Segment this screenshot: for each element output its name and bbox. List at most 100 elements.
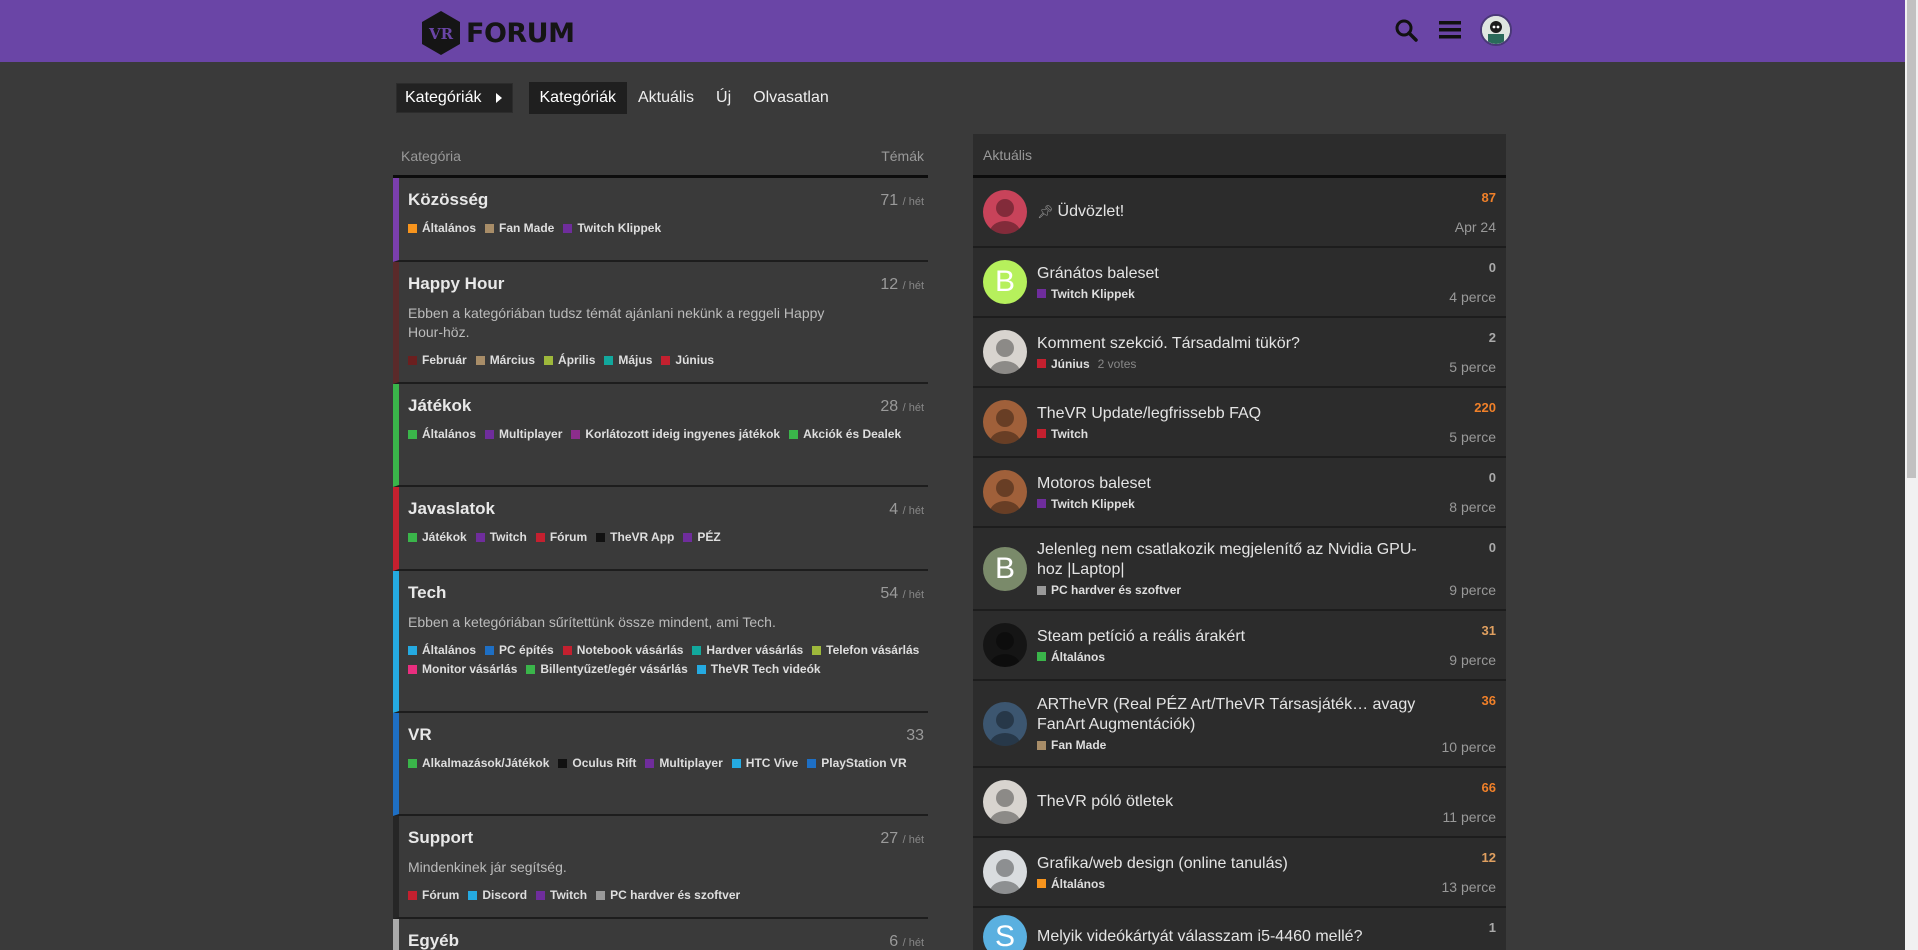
topic-title[interactable]: ARTheVR (Real PÉZ Art/TheVR Társasjáték…… [1037, 695, 1427, 735]
subcategory-link[interactable]: Fórum [535, 529, 587, 545]
category-row[interactable]: Happy Hour 12 / hét Ebben a kategóriában t… [393, 262, 928, 384]
subcategory-link[interactable]: Oculus Rift [558, 755, 636, 771]
subcategory-link[interactable]: Általános [408, 642, 476, 658]
topic-row[interactable]: Komment szekció. Társadalmi tükör? Június… [973, 318, 1506, 388]
category-title[interactable]: Tech [408, 583, 924, 603]
topic-avatar[interactable] [983, 190, 1027, 234]
topic-last-activity[interactable]: 9 perce [1449, 582, 1496, 598]
topic-row[interactable]: B Gránátos baleset Twitch Klippek 0 4 perce [973, 248, 1506, 318]
tab-categories[interactable]: Kategóriák [528, 82, 627, 114]
subcategory-link[interactable]: Twitch Klippek [563, 220, 661, 236]
category-row[interactable]: VR 33 Alkalmazások/Játékok Oculus Rift Mult… [393, 713, 928, 816]
menu-button[interactable] [1436, 14, 1464, 46]
topic-category-badge[interactable]: Twitch Klippek [1037, 287, 1427, 301]
topic-title[interactable]: Gránátos baleset [1037, 264, 1427, 284]
category-row[interactable]: Javaslatok 4 / hét Játékok Twitch Fórum TheVR… [393, 487, 928, 571]
topic-post-count[interactable]: 220 [1474, 400, 1496, 415]
topic-avatar[interactable] [983, 850, 1027, 894]
subcategory-link[interactable]: Korlátozott ideig ingyenes játékok [571, 426, 780, 442]
subcategory-link[interactable]: TheVR Tech videók [696, 661, 821, 677]
topic-avatar[interactable] [983, 701, 1027, 746]
page-scrollbar[interactable] [1905, 0, 1918, 950]
topic-category-badge[interactable]: Általános [1037, 650, 1427, 664]
subcategory-link[interactable]: Április [544, 352, 595, 368]
topic-post-count[interactable]: 1 [1489, 920, 1496, 935]
subcategory-link[interactable]: PÉZ [683, 529, 721, 545]
topic-row[interactable]: TheVR Update/legfrissebb FAQ Twitch 220 5 p… [973, 388, 1506, 458]
scrollbar-thumb[interactable] [1907, 0, 1916, 478]
topic-category-badge[interactable]: Fan Made [1037, 738, 1427, 752]
subcategory-link[interactable]: Fan Made [485, 220, 554, 236]
search-button[interactable] [1392, 14, 1420, 46]
topic-category-badge[interactable]: Június 2 votes [1037, 357, 1427, 371]
category-title[interactable]: Support [408, 828, 924, 848]
topic-avatar[interactable]: S [983, 915, 1027, 950]
topic-post-count[interactable]: 2 [1489, 330, 1496, 345]
subcategory-link[interactable]: PlayStation VR [807, 755, 907, 771]
topic-category-badge[interactable]: Twitch [1037, 427, 1427, 441]
category-title[interactable]: Közösség [408, 190, 924, 210]
subcategory-link[interactable]: PC hardver és szoftver [596, 887, 740, 903]
topic-title[interactable]: Jelenleg nem csatlakozik megjelenítő az … [1037, 540, 1427, 580]
category-row[interactable]: Support 27 / hét Mindenkinek jár segítség.… [393, 816, 928, 919]
subcategory-link[interactable]: Március [475, 352, 535, 368]
topic-post-count[interactable]: 66 [1482, 780, 1496, 795]
topic-row[interactable]: Motoros baleset Twitch Klippek 0 8 perce [973, 458, 1506, 528]
topic-avatar[interactable] [983, 623, 1027, 667]
tab-latest[interactable]: Aktuális [627, 82, 705, 114]
category-row[interactable]: Tech 54 / hét Ebben a ketegóriában sűrítet… [393, 571, 928, 713]
subcategory-link[interactable]: Február [408, 352, 467, 368]
topic-row[interactable]: TheVR póló ötletek 66 11 perce [973, 768, 1506, 838]
subcategory-link[interactable]: Multiplayer [485, 426, 562, 442]
subcategory-link[interactable]: HTC Vive [731, 755, 798, 771]
subcategory-link[interactable]: Billentyűzet/egér vásárlás [526, 661, 688, 677]
subcategory-link[interactable]: Notebook vásárlás [562, 642, 683, 658]
topic-row[interactable]: Grafika/web design (online tanulás) Által… [973, 838, 1506, 908]
topic-post-count[interactable]: 0 [1489, 260, 1496, 275]
category-row[interactable]: Egyéb 6 / hét [393, 919, 928, 950]
topic-avatar[interactable]: B [983, 260, 1027, 304]
topic-avatar[interactable] [983, 470, 1027, 514]
topic-category-badge[interactable]: Általános [1037, 877, 1427, 891]
topic-category-badge[interactable]: Twitch Klippek [1037, 497, 1427, 511]
subcategory-link[interactable]: Általános [408, 426, 476, 442]
category-title[interactable]: Egyéb [408, 931, 924, 950]
topic-title[interactable]: Grafika/web design (online tanulás) [1037, 854, 1427, 874]
category-title[interactable]: Happy Hour [408, 274, 924, 294]
topic-row[interactable]: 📌︎ Üdvözlet! 87 Apr 24 [973, 178, 1506, 248]
topic-row[interactable]: S Melyik videókártyát válasszam i5-4460 m… [973, 908, 1506, 950]
topic-title[interactable]: 📌︎ Üdvözlet! [1037, 202, 1427, 222]
subcategory-link[interactable]: Általános [408, 220, 476, 236]
subcategory-link[interactable]: Akciók és Dealek [789, 426, 901, 442]
topic-last-activity[interactable]: 13 perce [1442, 879, 1496, 895]
topic-post-count[interactable]: 0 [1489, 540, 1496, 555]
user-avatar[interactable] [1480, 14, 1512, 46]
topic-post-count[interactable]: 12 [1482, 850, 1496, 865]
topic-last-activity[interactable]: 10 perce [1442, 739, 1496, 755]
category-row[interactable]: Közösség 71 / hét Általános Fan Made Twitch … [393, 178, 928, 262]
subcategory-link[interactable]: Discord [468, 887, 527, 903]
subcategory-link[interactable]: Monitor vásárlás [408, 661, 517, 677]
subcategory-link[interactable]: Multiplayer [645, 755, 723, 771]
topic-title[interactable]: Melyik videókártyát válasszam i5-4460 me… [1037, 927, 1427, 947]
topic-title[interactable]: Komment szekció. Társadalmi tükör? [1037, 334, 1427, 354]
topic-title[interactable]: TheVR Update/legfrissebb FAQ [1037, 404, 1427, 424]
topic-last-activity[interactable]: 8 perce [1449, 499, 1496, 515]
topic-avatar[interactable] [983, 400, 1027, 444]
subcategory-link[interactable]: Május [604, 352, 652, 368]
topic-post-count[interactable]: 31 [1482, 623, 1496, 638]
topic-last-activity[interactable]: 9 perce [1449, 652, 1496, 668]
category-title[interactable]: Játékok [408, 396, 924, 416]
subcategory-link[interactable]: Twitch [475, 529, 527, 545]
topic-last-activity[interactable]: 5 perce [1449, 429, 1496, 445]
category-row[interactable]: Játékok 28 / hét Általános Multiplayer Korlá… [393, 384, 928, 487]
topic-post-count[interactable]: 87 [1482, 190, 1496, 205]
subcategory-link[interactable]: Twitch [536, 887, 587, 903]
topic-title[interactable]: Steam petíció a reális árakért [1037, 627, 1427, 647]
tab-unread[interactable]: Olvasatlan [742, 82, 840, 114]
subcategory-link[interactable]: Hardver vásárlás [692, 642, 803, 658]
subcategory-link[interactable]: Játékok [408, 529, 467, 545]
category-title[interactable]: VR [408, 725, 924, 745]
subcategory-link[interactable]: TheVR App [596, 529, 674, 545]
topic-avatar[interactable] [983, 330, 1027, 374]
